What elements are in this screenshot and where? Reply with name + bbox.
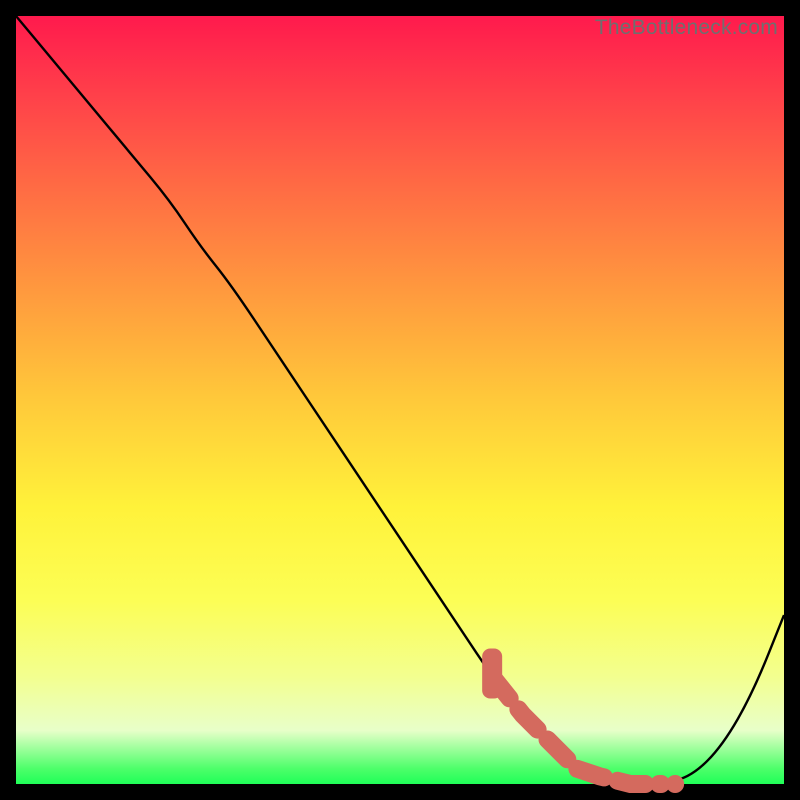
watermark-text: TheBottleneck.com [595, 16, 778, 40]
bottleneck-curve [16, 16, 784, 784]
highlight-start-block [482, 648, 502, 698]
chart-svg [16, 16, 784, 784]
highlight-band [492, 676, 661, 784]
highlight-end-dot [666, 775, 684, 793]
chart-frame: TheBottleneck.com [16, 16, 784, 784]
